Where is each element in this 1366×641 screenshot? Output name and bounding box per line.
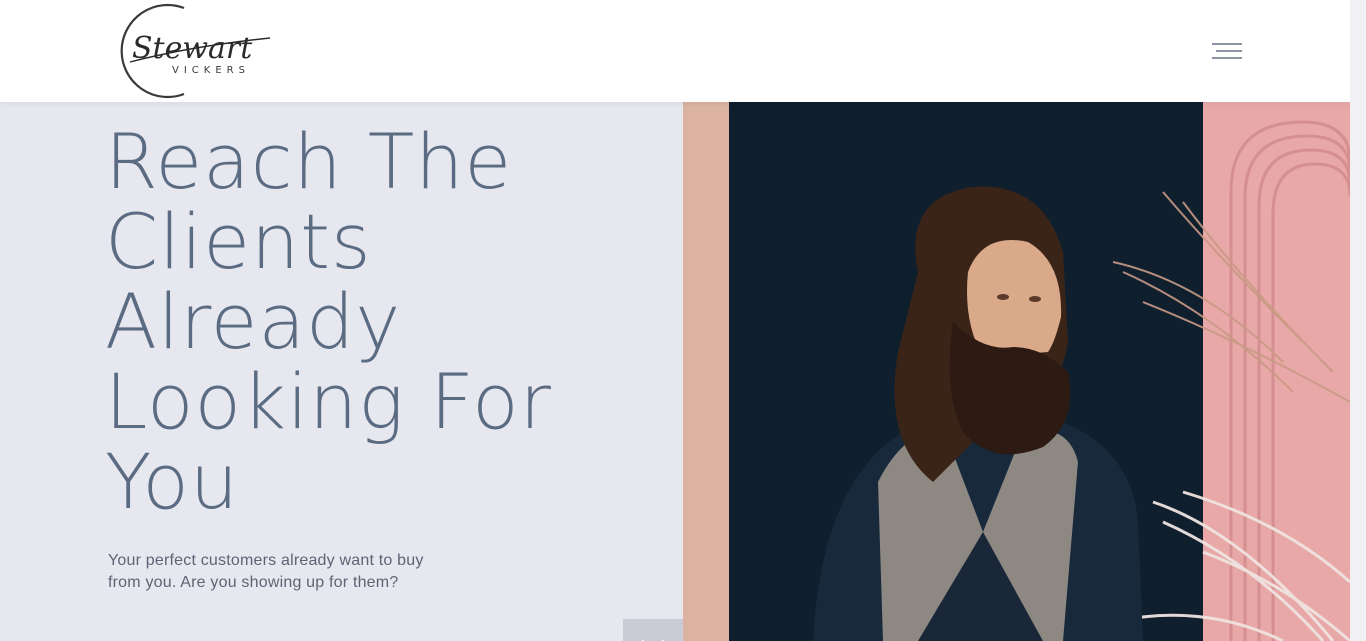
menu-line xyxy=(1212,43,1242,45)
logo[interactable]: Stewart VICKERS xyxy=(112,2,277,100)
logo-mark: Stewart VICKERS xyxy=(120,3,271,99)
hero-title-line: Already xyxy=(105,277,402,366)
hero-subtitle: Your perfect customers already want to b… xyxy=(108,552,424,591)
hero-title-line: Reach The xyxy=(105,117,513,206)
hero-title-line: You xyxy=(105,437,239,526)
hero-title: Reach The Clients Already Looking For Yo… xyxy=(105,122,665,522)
menu-line xyxy=(1212,57,1242,59)
logo-sub-text: VICKERS xyxy=(172,65,250,76)
portrait-illustration xyxy=(683,102,1350,641)
page-scrollbar[interactable] xyxy=(1350,0,1366,641)
hero-title-line: Clients xyxy=(105,197,372,286)
hamburger-menu-icon[interactable] xyxy=(1206,36,1248,66)
hero-photo xyxy=(683,102,1350,641)
menu-line xyxy=(1216,50,1242,52)
hero-title-line: Looking For xyxy=(105,357,552,446)
chevron-down-icon xyxy=(641,629,665,641)
scroll-down-button[interactable] xyxy=(623,619,683,641)
site-header: Stewart VICKERS xyxy=(0,0,1350,102)
